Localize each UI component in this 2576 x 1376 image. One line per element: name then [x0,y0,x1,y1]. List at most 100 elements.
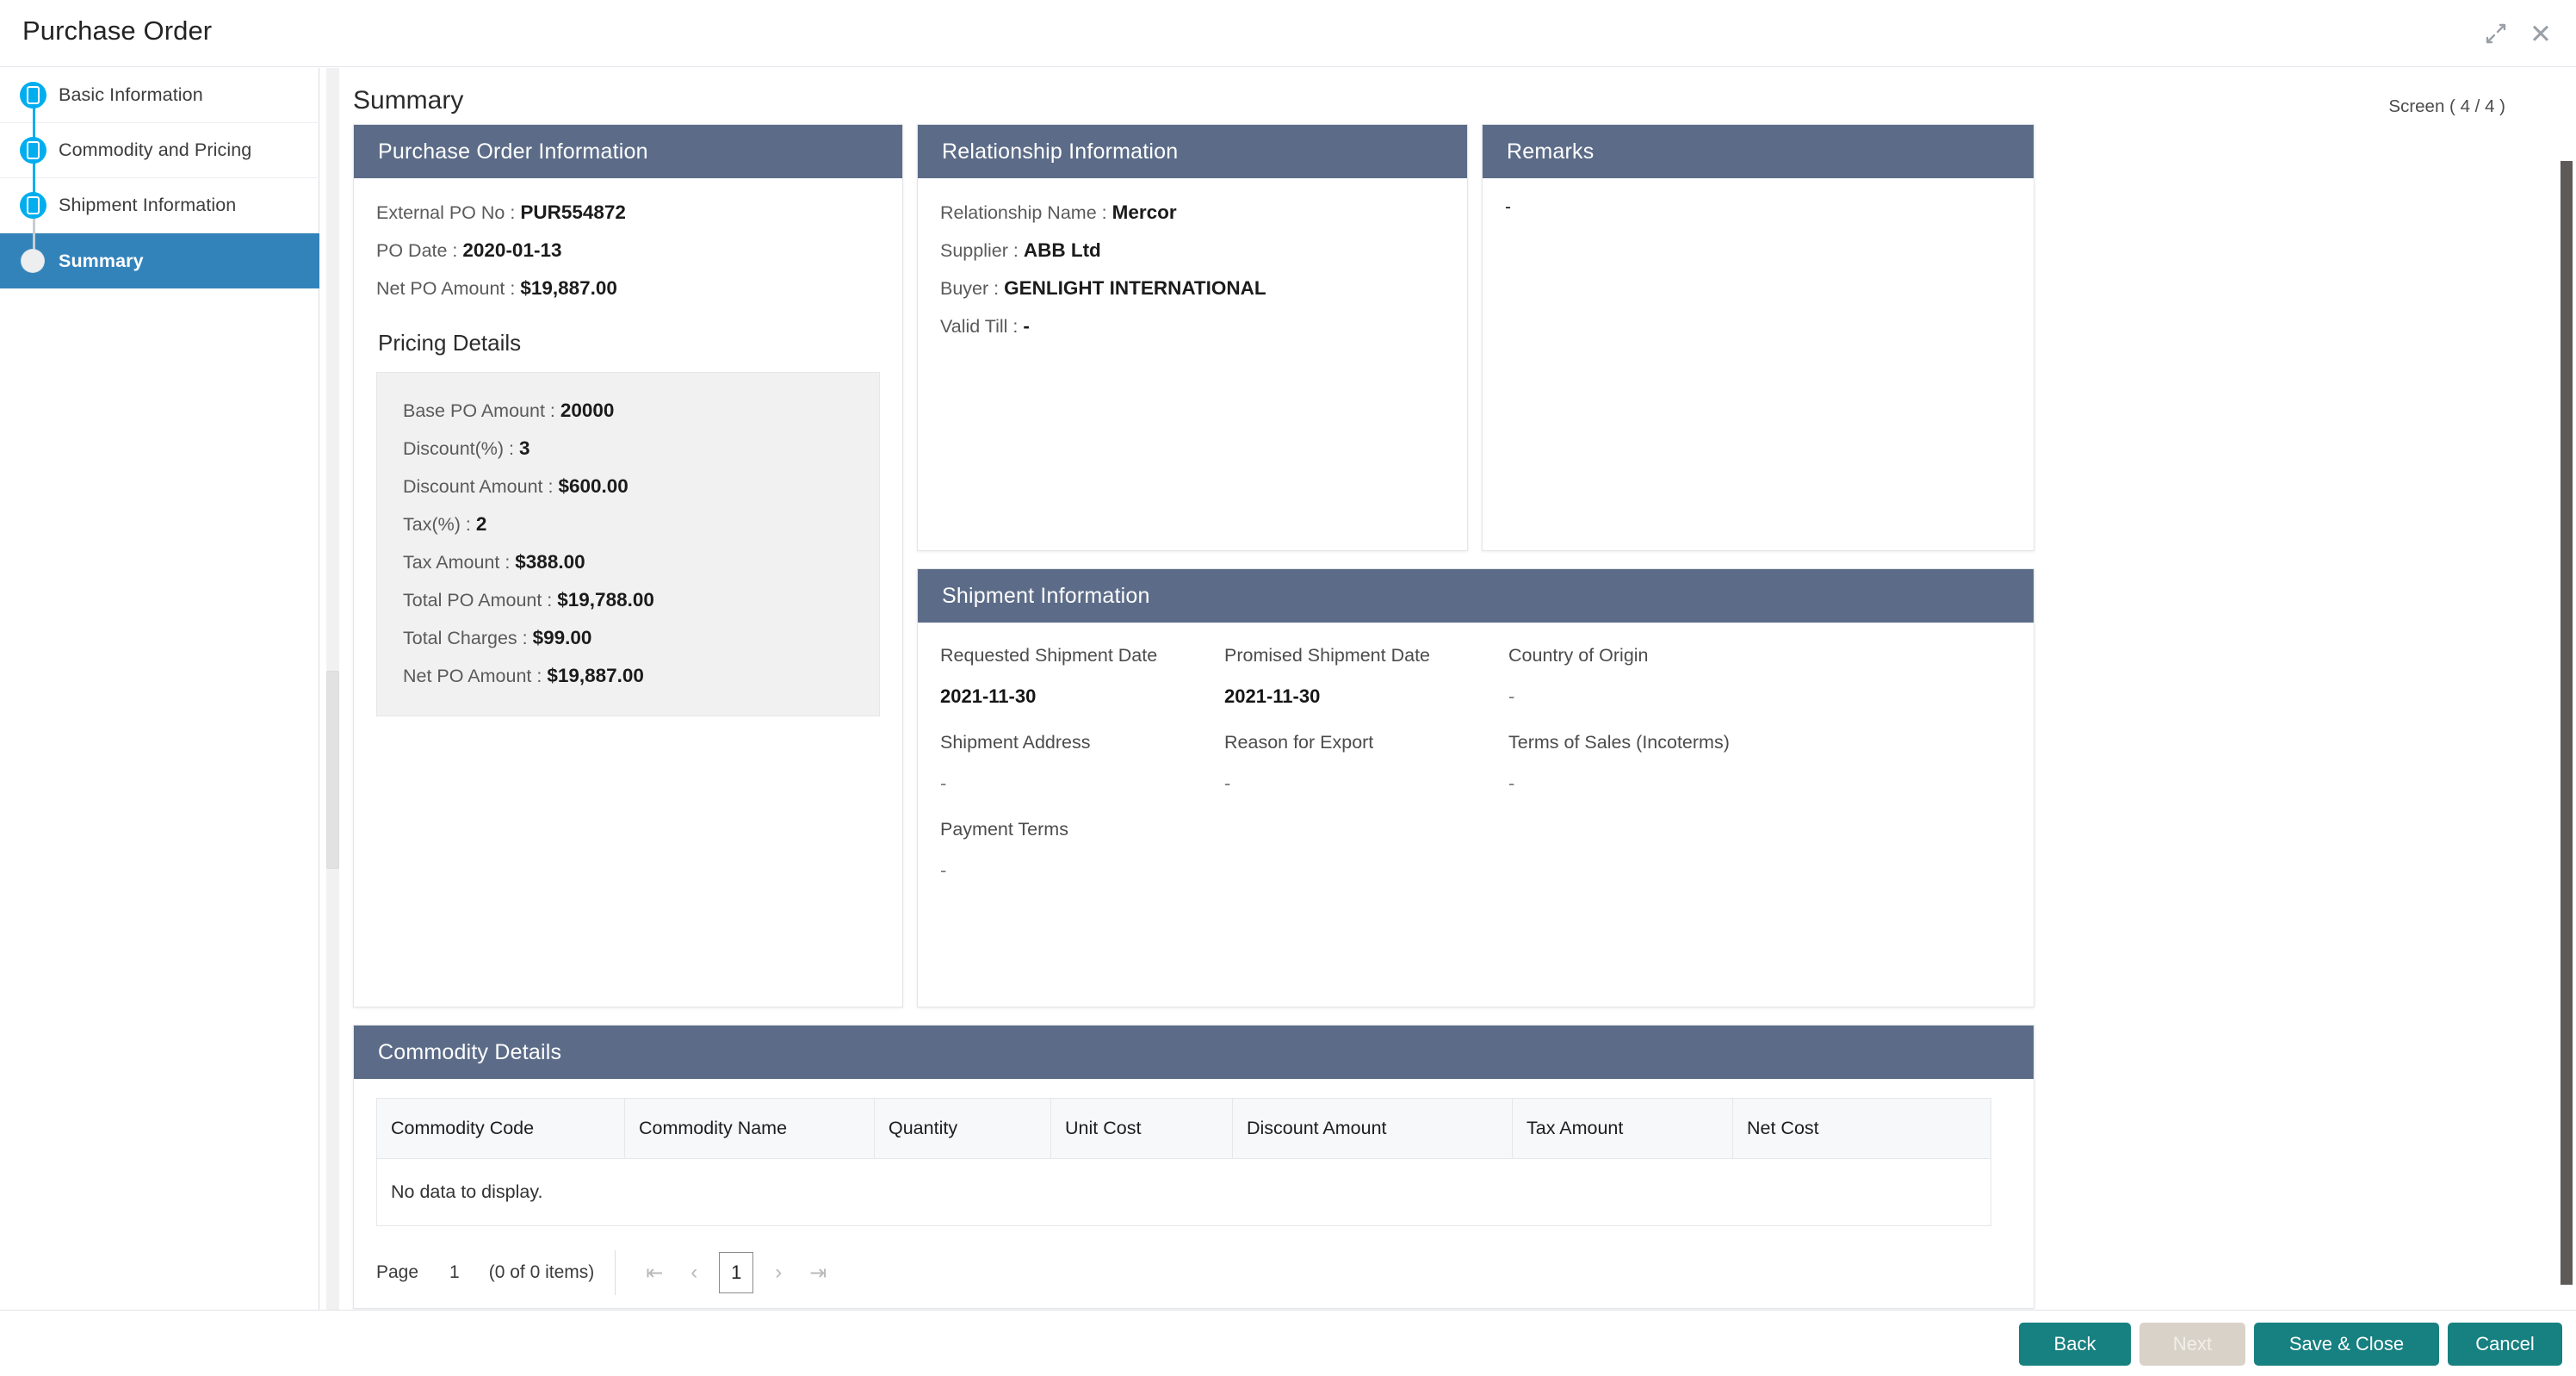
pager-divider [615,1250,616,1295]
field-value: PUR554872 [520,201,626,223]
field-value: 2021-11-30 [1224,685,1508,708]
field-label: Reason for Export [1224,732,1508,753]
field-discount-percent: Discount(%) : 3 [403,430,853,468]
field-net-po-amount-pricing: Net PO Amount : $19,887.00 [403,657,853,695]
shipment-fields-grid: Requested Shipment Date 2021-11-30 Promi… [940,626,2011,906]
field-value: - [1224,772,1508,795]
table-body: No data to display. [377,1159,1991,1226]
field-value: - [940,859,1224,882]
field-value: 2 [476,513,487,535]
prev-page-icon[interactable]: ‹ [674,1253,714,1292]
remarks-card: Remarks - [1482,124,2034,551]
page-title: Summary [353,86,463,115]
next-page-icon[interactable]: › [759,1253,798,1292]
field-value: $19,887.00 [520,277,617,299]
field-label: PO Date : [376,240,457,261]
window-title: Purchase Order [22,15,212,46]
collapse-arrows-glyph [2485,22,2507,45]
field-label: Payment Terms [940,819,1224,840]
shipment-information-card: Shipment Information Requested Shipment … [917,568,2034,1007]
field-value: $388.00 [515,551,585,573]
field-value: - [1023,315,1030,337]
sidebar-item-commodity-and-pricing[interactable]: Commodity and Pricing [0,123,319,178]
field-label: Country of Origin [1508,645,2011,666]
field-label: Promised Shipment Date [1224,645,1508,666]
window-scrollbar-thumb[interactable] [2561,161,2573,1285]
field-label: Discount(%) : [403,438,514,459]
current-step-dot-icon [18,246,47,276]
main-content: Summary Screen ( 4 / 4 ) Purchase Order … [342,68,2576,1310]
content-scrollbar[interactable] [323,68,342,1310]
field-label: Discount Amount : [403,476,553,497]
column-header-quantity[interactable]: Quantity [875,1099,1051,1159]
document-step-icon [18,136,47,165]
sidebar-item-label: Commodity and Pricing [59,139,251,161]
field-value: $99.00 [533,627,592,648]
field-value: ABB Ltd [1024,239,1101,261]
card-header: Relationship Information [918,125,1467,178]
field-label: Base PO Amount : [403,400,555,421]
purchase-order-information-card: Purchase Order Information External PO N… [353,124,903,1007]
field-label: Buyer : [940,278,999,299]
first-page-icon[interactable]: ⇤ [635,1253,674,1292]
field-label: Relationship Name : [940,202,1107,223]
table-head: Commodity Code Commodity Name Quantity U… [377,1099,1991,1159]
save-close-button[interactable]: Save & Close [2254,1323,2439,1366]
table-header-row: Commodity Code Commodity Name Quantity U… [377,1099,1991,1159]
field-total-charges: Total Charges : $99.00 [403,619,853,657]
collapse-arrows-icon[interactable] [2480,17,2512,50]
field-tax-amount: Tax Amount : $388.00 [403,543,853,581]
close-icon[interactable]: ✕ [2524,17,2557,50]
table-pager: Page 1 (0 of 0 items) ⇤ ‹ 1 › ⇥ [376,1249,2034,1297]
pager-items-count: (0 of 0 items) [489,1262,595,1283]
field-tax-percent: Tax(%) : 2 [403,505,853,543]
column-header-net-cost[interactable]: Net Cost [1733,1099,1991,1159]
column-header-tax-amount[interactable]: Tax Amount [1513,1099,1733,1159]
field-relationship-name: Relationship Name : Mercor [940,194,1445,232]
sidebar-item-summary[interactable]: Summary [0,233,319,288]
field-po-date: PO Date : 2020-01-13 [376,232,880,270]
sidebar-item-basic-information[interactable]: Basic Information [0,68,319,123]
field-label: Supplier : [940,240,1019,261]
field-label: Tax Amount : [403,552,510,573]
sidebar-item-shipment-information[interactable]: Shipment Information [0,178,319,233]
column-header-commodity-name[interactable]: Commodity Name [625,1099,875,1159]
table-empty-row: No data to display. [377,1159,1991,1226]
field-shipment-address: Shipment Address - [940,732,1224,819]
field-valid-till: Valid Till : - [940,307,1445,345]
field-net-po-amount: Net PO Amount : $19,887.00 [376,270,880,307]
field-label: Requested Shipment Date [940,645,1224,666]
field-value: 20000 [560,400,615,421]
back-button[interactable]: Back [2019,1323,2131,1366]
cancel-button[interactable]: Cancel [2448,1323,2562,1366]
field-value: - [1508,772,2011,795]
scrollbar-thumb[interactable] [326,671,339,869]
field-payment-terms: Payment Terms - [940,819,1224,906]
remarks-value: - [1483,178,2034,237]
last-page-icon[interactable]: ⇥ [798,1253,838,1292]
field-supplier: Supplier : ABB Ltd [940,232,1445,270]
column-header-unit-cost[interactable]: Unit Cost [1051,1099,1233,1159]
column-header-discount-amount[interactable]: Discount Amount [1233,1099,1513,1159]
relationship-information-card: Relationship Information Relationship Na… [917,124,1468,551]
field-spacer [1508,819,2011,906]
field-value: $600.00 [558,475,628,497]
sidebar-item-label: Summary [59,251,144,272]
close-glyph: ✕ [2530,21,2552,47]
field-label: Total Charges : [403,628,528,648]
commodity-details-table: Commodity Code Commodity Name Quantity U… [376,1098,1991,1226]
card-body: Requested Shipment Date 2021-11-30 Promi… [918,623,2034,925]
field-label: Shipment Address [940,732,1224,753]
field-label: Total PO Amount : [403,590,552,611]
window-scrollbar[interactable] [2557,68,2576,1283]
column-header-commodity-code[interactable]: Commodity Code [377,1099,625,1159]
next-button: Next [2139,1323,2245,1366]
field-value: 3 [519,437,530,459]
pager-current-page[interactable]: 1 [719,1252,753,1293]
field-promised-shipment-date: Promised Shipment Date 2021-11-30 [1224,645,1508,732]
field-spacer [1224,819,1508,906]
field-value: - [1508,685,2011,708]
sidebar-item-label: Basic Information [59,84,203,106]
card-body: External PO No : PUR554872 PO Date : 202… [354,178,902,735]
card-header: Commodity Details [354,1026,2034,1079]
